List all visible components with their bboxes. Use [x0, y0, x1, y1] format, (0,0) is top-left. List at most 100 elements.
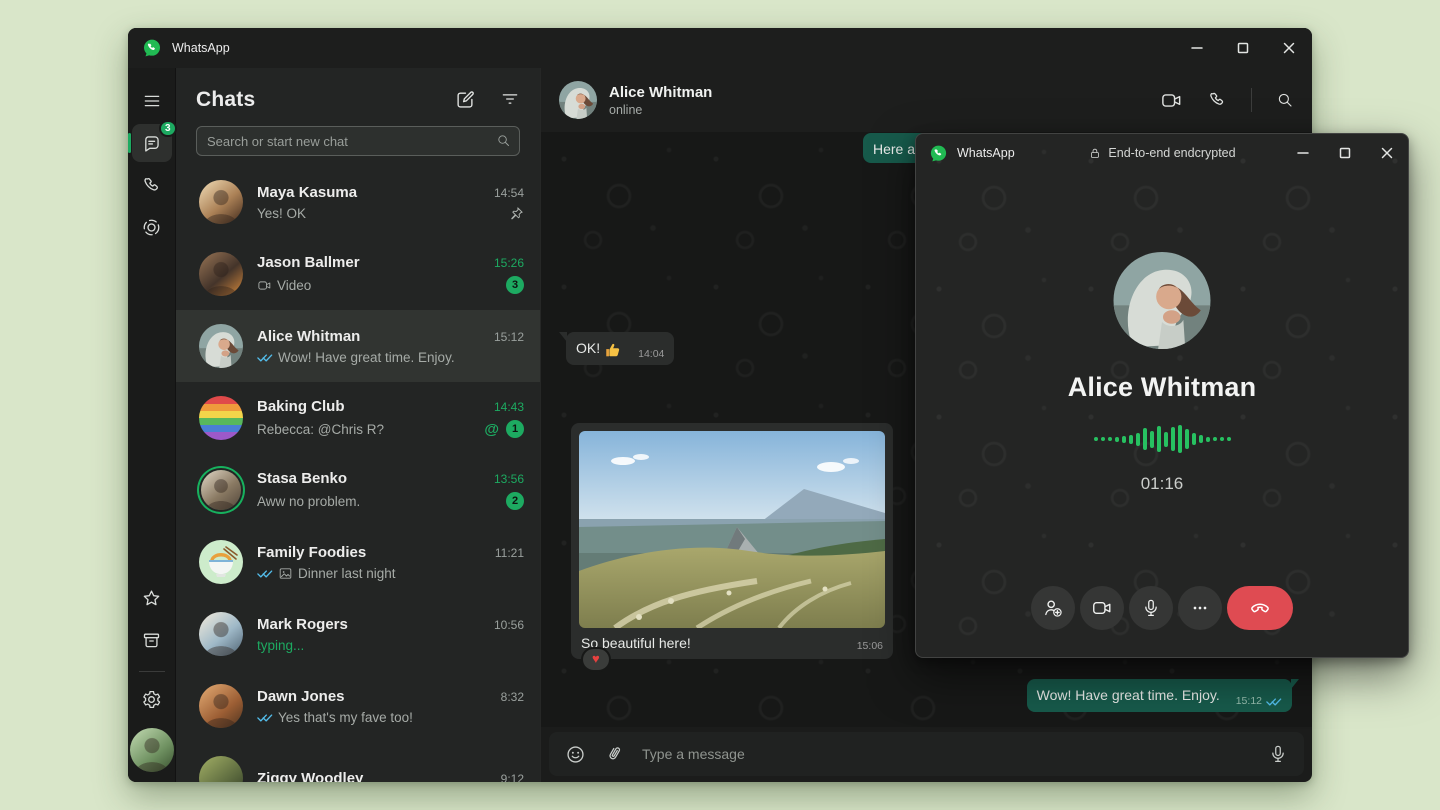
- read-receipt-icon: [257, 712, 273, 723]
- hamburger-icon: [142, 91, 162, 111]
- status-ring-icon: [141, 217, 162, 238]
- avatar: [199, 396, 243, 440]
- nav-status[interactable]: [132, 208, 172, 246]
- call-duration: 01:16: [916, 474, 1408, 494]
- photo-attachment[interactable]: [579, 431, 885, 628]
- contact-info[interactable]: Alice Whitman online: [609, 84, 712, 117]
- bubble-tail: [1291, 679, 1299, 689]
- minimize-button[interactable]: [1282, 134, 1324, 172]
- star-icon: [141, 588, 162, 609]
- message-input[interactable]: [642, 746, 1250, 762]
- chat-time: 14:43: [494, 400, 524, 414]
- search-in-chat-button[interactable]: [1276, 91, 1294, 109]
- contact-name: Ziggy Woodley: [257, 770, 363, 783]
- voice-call-button[interactable]: [1207, 90, 1227, 110]
- nav-settings[interactable]: [132, 680, 172, 718]
- noodle-bowl-graphic: [199, 540, 243, 584]
- chat-list-item-ziggy[interactable]: Ziggy Woodley 9:12: [176, 742, 540, 782]
- message-incoming-photo[interactable]: So beautiful here! 15:06 ♥: [571, 423, 893, 659]
- nav-archived[interactable]: [132, 621, 172, 659]
- contact-avatar[interactable]: [559, 81, 597, 119]
- chat-time: 15:12: [494, 330, 524, 344]
- close-button[interactable]: [1266, 28, 1312, 68]
- read-receipt-icon: [1266, 696, 1282, 707]
- chat-list-item-dawn[interactable]: Dawn Jones 8:32 Yes that's my fave too!: [176, 670, 540, 742]
- chat-list-item-baking-club[interactable]: Baking Club 14:43 Rebecca: @Chris R? @ 1: [176, 382, 540, 454]
- mic-button[interactable]: [1268, 744, 1288, 764]
- chat-time: 10:56: [494, 618, 524, 632]
- call-contact-name: Alice Whitman: [916, 372, 1408, 403]
- attach-button[interactable]: [604, 744, 624, 764]
- nav-chats[interactable]: 3: [132, 124, 172, 162]
- chat-bubble-icon: [141, 133, 162, 154]
- avatar: [199, 540, 243, 584]
- nav-starred[interactable]: [132, 579, 172, 617]
- filter-icon[interactable]: [500, 89, 520, 111]
- heart-reaction[interactable]: ♥: [581, 647, 611, 672]
- chat-time: 11:21: [495, 546, 524, 560]
- mention-icon: @: [484, 422, 499, 437]
- add-participant-button[interactable]: [1031, 586, 1075, 630]
- menu-button[interactable]: [132, 82, 172, 120]
- chat-preview: Yes! OK: [257, 206, 306, 221]
- desktop: WhatsApp 3: [0, 0, 1440, 810]
- contact-name: Alice Whitman: [609, 84, 712, 101]
- chat-list-panel: Chats Maya Kasuma: [176, 68, 540, 782]
- rail-divider: [139, 671, 165, 672]
- phone-icon: [141, 175, 162, 196]
- unread-badge: 1: [506, 420, 524, 438]
- header-divider: [1251, 88, 1252, 112]
- video-camera-icon: [257, 278, 272, 293]
- chat-list-item-maya[interactable]: Maya Kasuma 14:54 Yes! OK: [176, 166, 540, 238]
- message-incoming-ok[interactable]: OK! 14:04: [566, 332, 674, 365]
- avatar: [199, 252, 243, 296]
- message-text: Wow! Have great time. Enjoy.: [1037, 686, 1220, 705]
- mic-toggle-button[interactable]: [1129, 586, 1173, 630]
- emoji-button[interactable]: [565, 744, 586, 765]
- unread-total-badge: 3: [159, 120, 177, 137]
- new-chat-button[interactable]: [454, 89, 476, 111]
- message-time: 14:04: [638, 347, 664, 361]
- maximize-button[interactable]: [1324, 134, 1366, 172]
- message-time: 15:06: [857, 639, 883, 653]
- chat-rows: Maya Kasuma 14:54 Yes! OK: [176, 166, 540, 782]
- archive-icon: [141, 630, 162, 651]
- chat-time: 15:26: [494, 256, 524, 270]
- presence-status: online: [609, 103, 712, 117]
- nav-calls[interactable]: [132, 166, 172, 204]
- unread-badge: 2: [506, 492, 524, 510]
- main-titlebar: WhatsApp: [128, 28, 1312, 68]
- message-time: 15:12: [1236, 694, 1262, 708]
- lock-icon: [1088, 147, 1101, 160]
- avatar: [199, 684, 243, 728]
- message-outgoing-wow[interactable]: Wow! Have great time. Enjoy. 15:12: [1027, 679, 1292, 712]
- chat-time: 13:56: [494, 472, 524, 486]
- end-call-button[interactable]: [1227, 586, 1293, 630]
- minimize-button[interactable]: [1174, 28, 1220, 68]
- contact-name: Jason Ballmer: [257, 254, 360, 271]
- call-titlebar: WhatsApp End-to-end endcrypted: [916, 134, 1408, 172]
- maximize-button[interactable]: [1220, 28, 1266, 68]
- chat-list-item-stasa[interactable]: Stasa Benko 13:56 Aww no problem. 2: [176, 454, 540, 526]
- call-window-title: WhatsApp: [957, 146, 1015, 160]
- close-button[interactable]: [1366, 134, 1408, 172]
- gear-icon: [141, 689, 162, 710]
- whatsapp-logo-icon: [929, 144, 948, 163]
- contact-name: Baking Club: [257, 398, 345, 415]
- chat-list-item-mark[interactable]: Mark Rogers 10:56 typing...: [176, 598, 540, 670]
- video-toggle-button[interactable]: [1080, 586, 1124, 630]
- avatar: [199, 324, 243, 368]
- search-input[interactable]: [196, 126, 520, 156]
- unread-badge: 3: [506, 276, 524, 294]
- contact-name: Stasa Benko: [257, 470, 347, 487]
- photo-attachment-icon: [278, 566, 293, 581]
- chat-list-item-alice[interactable]: Alice Whitman 15:12 Wow! Have great time…: [176, 310, 540, 382]
- video-call-button[interactable]: [1160, 89, 1183, 112]
- pin-icon: [509, 206, 524, 221]
- profile-avatar[interactable]: [130, 728, 174, 772]
- more-options-button[interactable]: [1178, 586, 1222, 630]
- chat-list-item-family-foodies[interactable]: Family Foodies 11:21 Dinner last night: [176, 526, 540, 598]
- bubble-tail: [559, 332, 567, 342]
- chat-list-item-jason[interactable]: Jason Ballmer 15:26 Video 3: [176, 238, 540, 310]
- call-controls: [916, 586, 1408, 630]
